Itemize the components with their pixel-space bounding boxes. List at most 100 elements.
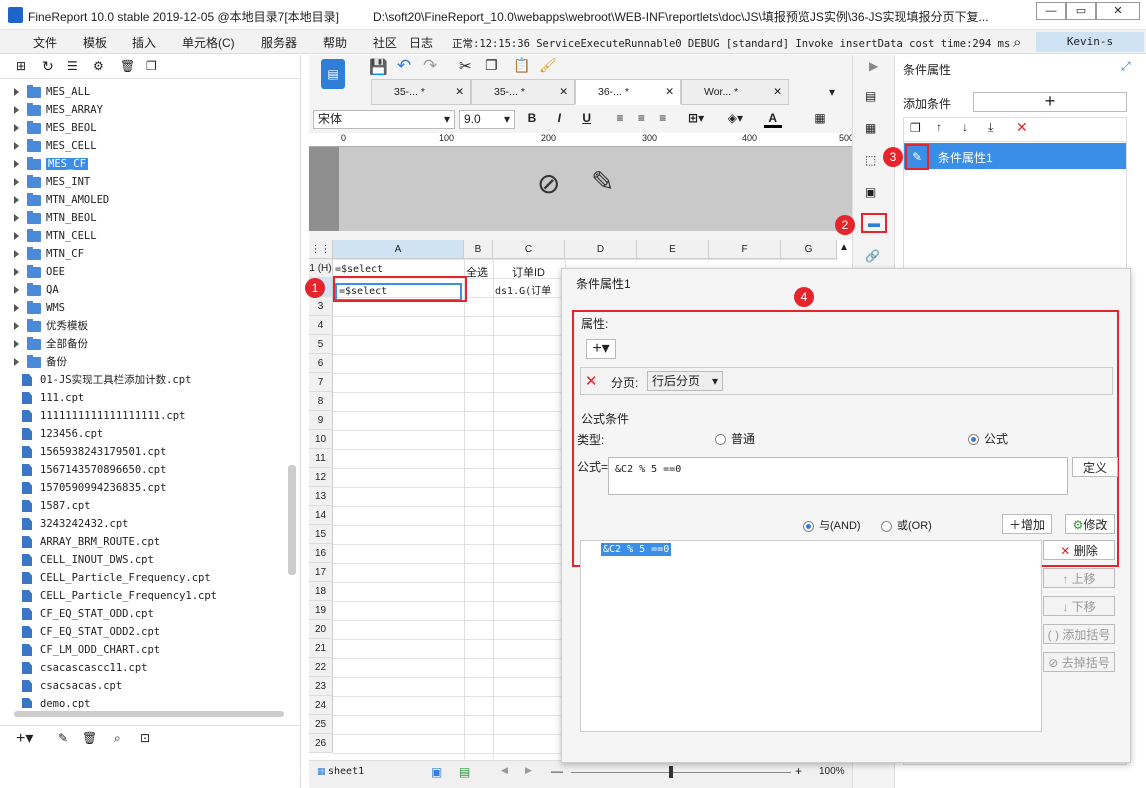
row-header[interactable]: 8 <box>309 392 333 411</box>
zoom-in-icon[interactable]: + <box>795 764 802 778</box>
row-header[interactable]: 6 <box>309 354 333 373</box>
cell-c1[interactable]: 订单ID <box>512 264 545 280</box>
redo-icon[interactable]: ↷ <box>423 56 437 76</box>
font-select[interactable]: 宋体 ▾ <box>313 110 455 129</box>
remove-bracket-button[interactable]: ⊘ 去掉括号 <box>1043 652 1115 672</box>
tree-folder[interactable]: MES_CF <box>14 155 88 173</box>
tree-file[interactable]: CELL_INOUT_DWS.cpt <box>22 551 154 569</box>
pagination-select[interactable]: 行后分页 ▾ <box>647 371 723 391</box>
tree-folder[interactable]: MES_ARRAY <box>14 101 103 119</box>
column-header[interactable]: G <box>781 240 837 259</box>
tree-file[interactable]: 1587.cpt <box>22 497 91 515</box>
menu-log[interactable]: 日志 <box>409 34 433 51</box>
align-left-icon[interactable]: ≡ <box>611 111 629 125</box>
tree-folder[interactable]: MES_CELL <box>14 137 97 155</box>
expand-arrow-icon[interactable] <box>14 214 19 222</box>
search-file-icon[interactable]: ⌕ <box>114 731 121 746</box>
row-header[interactable]: 16 <box>309 544 333 563</box>
row-header[interactable]: 17 <box>309 563 333 582</box>
column-header[interactable]: F <box>709 240 781 259</box>
row-header[interactable]: 18 <box>309 582 333 601</box>
radio-normal[interactable]: 普通 <box>715 430 755 447</box>
copy-cell-icon[interactable]: ❐ <box>485 57 498 74</box>
collapse-arrow-icon[interactable]: ▶ <box>869 59 878 73</box>
bold-button[interactable]: B <box>523 111 541 125</box>
open-file-icon[interactable]: ☰ <box>67 59 78 73</box>
tree-file[interactable]: CF_EQ_STAT_ODD.cpt <box>22 605 154 623</box>
tab-35b[interactable]: 35-... * ✕ <box>471 79 575 105</box>
zoom-level[interactable]: 100% <box>819 766 845 777</box>
copy-condition-icon[interactable]: ❐ <box>910 121 921 135</box>
row-header[interactable]: 14 <box>309 506 333 525</box>
hidden-eye-icon[interactable]: ⊘ <box>537 167 560 200</box>
sheet-tab[interactable]: sheet1 <box>328 766 364 777</box>
tab-35a[interactable]: 35-... * ✕ <box>371 79 471 105</box>
tree-file[interactable]: 123456.cpt <box>22 425 103 443</box>
tree-file[interactable]: CELL_Particle_Frequency.cpt <box>22 569 211 587</box>
move-down-button[interactable]: ↓ 下移 <box>1043 596 1115 616</box>
menu-file[interactable]: 文件 <box>33 34 57 51</box>
column-header[interactable]: D <box>565 240 637 259</box>
undo-icon[interactable]: ↶ <box>397 56 411 76</box>
move-bottom-icon[interactable]: ⤓ <box>988 120 993 135</box>
maximize-button[interactable]: ▭ <box>1066 2 1096 20</box>
cell-attribute-icon[interactable]: ▦ <box>865 121 883 137</box>
row-header[interactable]: 1 (H) <box>309 259 333 278</box>
move-down-icon[interactable]: ↓ <box>962 120 968 134</box>
delete-formula-button[interactable]: ✕ 删除 <box>1043 540 1115 560</box>
tree-file[interactable]: csacascascc11.cpt <box>22 659 147 677</box>
menu-cell[interactable]: 单元格(C) <box>182 34 235 51</box>
menu-server[interactable]: 服务器 <box>261 34 297 51</box>
close-tab-icon[interactable]: ✕ <box>559 80 568 104</box>
settings-icon[interactable]: ⚙ <box>93 59 104 73</box>
tree-file[interactable]: CF_LM_ODD_CHART.cpt <box>22 641 160 659</box>
add-sheet-icon[interactable]: ▣ <box>431 765 442 779</box>
row-header[interactable]: 24 <box>309 696 333 715</box>
expand-arrow-icon[interactable] <box>14 178 19 186</box>
cell-c2[interactable]: ds1.G(订单 <box>495 282 551 297</box>
expand-arrow-icon[interactable] <box>14 358 19 366</box>
row-header[interactable]: 12 <box>309 468 333 487</box>
delete-condition-icon[interactable]: ✕ <box>1016 119 1028 136</box>
tab-workbook[interactable]: Wor... * ✕ <box>681 79 789 105</box>
zoom-out-icon[interactable]: — <box>551 764 563 778</box>
underline-button[interactable]: U <box>578 111 596 125</box>
remove-attr-icon[interactable]: ✕ <box>585 372 598 390</box>
expand-arrow-icon[interactable] <box>14 232 19 240</box>
row-header[interactable]: 11 <box>309 449 333 468</box>
paste-icon[interactable]: 📋 <box>513 57 530 74</box>
tree-folder[interactable]: MTN_BEOL <box>14 209 97 227</box>
tree-file[interactable]: csacsacas.cpt <box>22 677 122 695</box>
tree-file[interactable]: demo.cpt <box>22 695 91 708</box>
add-menu-icon[interactable]: +▾ <box>16 728 33 748</box>
row-header[interactable]: 25 <box>309 715 333 734</box>
expand-arrow-icon[interactable] <box>14 322 19 330</box>
expand-arrow-icon[interactable] <box>14 88 19 96</box>
menu-community[interactable]: 社区 <box>373 34 397 51</box>
prev-sheet-icon[interactable]: ◀ <box>501 765 508 776</box>
merge-icon[interactable]: ▦ <box>811 111 829 125</box>
radio-or[interactable]: 或(OR) <box>881 517 932 533</box>
row-header[interactable]: 9 <box>309 411 333 430</box>
tree-file[interactable]: 1111111111111111111.cpt <box>22 407 185 425</box>
tree-folder[interactable]: MTN_CF <box>14 245 84 263</box>
align-center-icon[interactable]: ≡ <box>632 111 650 125</box>
formula-list-item[interactable]: &C2 % 5 ==0 <box>601 543 672 556</box>
font-color-icon[interactable]: A <box>763 111 782 128</box>
close-tab-icon[interactable]: ✕ <box>665 80 674 104</box>
cell-a1[interactable]: =$select <box>335 264 383 275</box>
tree-folder[interactable]: MES_BEOL <box>14 119 97 137</box>
row-header[interactable]: 13 <box>309 487 333 506</box>
expand-arrow-icon[interactable] <box>14 250 19 258</box>
row-header[interactable]: 23 <box>309 677 333 696</box>
menu-help[interactable]: 帮助 <box>323 34 347 51</box>
scroll-up-icon[interactable]: ▲ <box>839 242 849 253</box>
tree-file[interactable]: 1565938243179501.cpt <box>22 443 166 461</box>
add-formula-button[interactable]: ＋增加 <box>1002 514 1052 534</box>
row-header[interactable]: 10 <box>309 430 333 449</box>
column-header[interactable]: A <box>333 240 464 259</box>
expand-arrow-icon[interactable] <box>14 160 19 168</box>
row-header[interactable]: 22 <box>309 658 333 677</box>
row-header[interactable]: 3 <box>309 297 333 316</box>
tree-file[interactable]: CELL_Particle_Frequency1.cpt <box>22 587 217 605</box>
